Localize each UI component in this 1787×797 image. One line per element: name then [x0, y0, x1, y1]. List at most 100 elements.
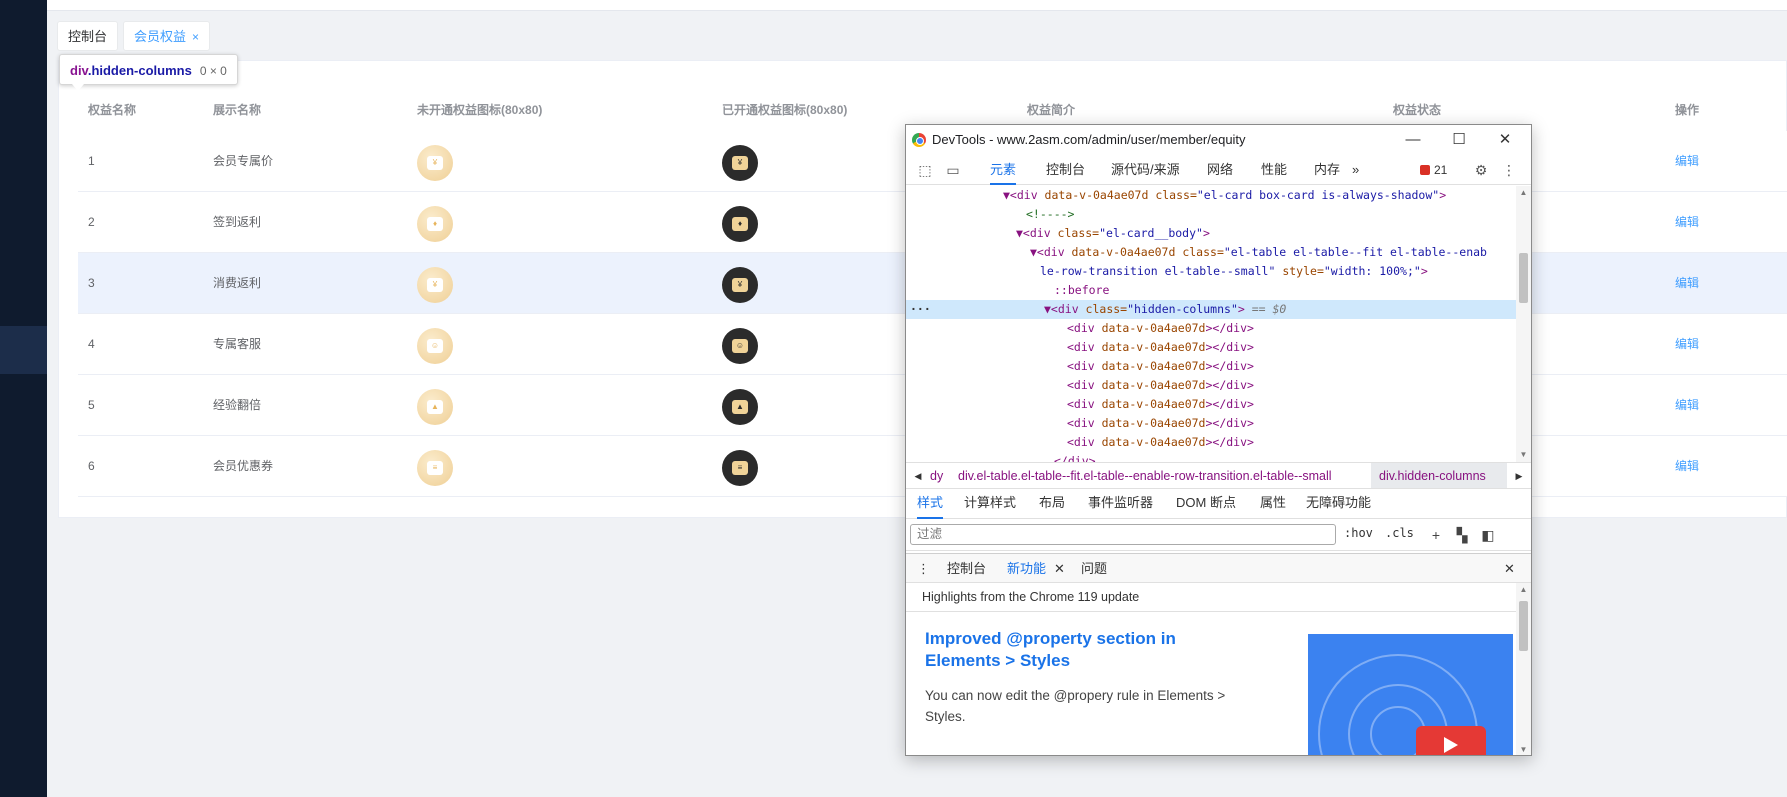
dom-node[interactable]: <div data-v-0a4ae07d></div>	[906, 433, 1516, 452]
inspect-element-icon[interactable]: ⬚	[916, 161, 934, 179]
scroll-down-icon[interactable]: ▼	[1516, 448, 1531, 462]
styles-subtabs: 样式 计算样式 布局 事件监听器 DOM 断点 属性 无障碍功能	[906, 489, 1531, 519]
row-id: 5	[88, 398, 95, 412]
edit-button[interactable]: 编辑	[1675, 436, 1699, 497]
close-drawer-icon[interactable]: ✕	[1504, 554, 1515, 583]
device-toolbar-icon[interactable]: ▭	[944, 161, 962, 179]
scroll-up-icon[interactable]: ▲	[1516, 186, 1531, 200]
tab-performance[interactable]: 性能	[1261, 155, 1287, 185]
devtools-titlebar: DevTools - www.2asm.com/admin/user/membe…	[906, 125, 1531, 155]
whats-new-scrollbar[interactable]: ▲ ▼	[1516, 583, 1531, 755]
row-name: 专属客服	[213, 337, 262, 351]
play-video-icon[interactable]	[1416, 726, 1486, 755]
close-icon[interactable]: ×	[192, 30, 199, 44]
gear-icon[interactable]: ⚙	[1472, 161, 1490, 179]
tab-event-listeners[interactable]: 事件监听器	[1088, 489, 1153, 517]
window-close-button[interactable]: ✕	[1482, 125, 1528, 155]
close-icon[interactable]: ✕	[1054, 561, 1065, 576]
dom-node[interactable]: <div data-v-0a4ae07d></div>	[906, 414, 1516, 433]
dom-node[interactable]: ▼<div class="el-card__body">	[906, 224, 1516, 243]
drawer-tab-whats-new[interactable]: 新功能 ✕	[1007, 554, 1065, 585]
tab-computed[interactable]: 计算样式	[964, 489, 1016, 517]
breadcrumb-item[interactable]: div.el-table.el-table--fit.el-table--ena…	[958, 463, 1332, 488]
drawer-tab-console[interactable]: 控制台	[947, 554, 986, 583]
tooltip-selector: div.hidden-columns	[70, 63, 192, 78]
tab-accessibility[interactable]: 无障碍功能	[1306, 489, 1371, 517]
dom-breadcrumb: ◀ dy div.el-table.el-table--fit.el-table…	[906, 462, 1531, 489]
col-header-icon-off: 未开通权益图标(80x80)	[417, 103, 543, 117]
tab-network[interactable]: 网络	[1207, 155, 1233, 185]
cls-toggle[interactable]: .cls	[1385, 526, 1414, 540]
whats-new-title-link[interactable]: Improved @property section in Elements >…	[925, 628, 1225, 672]
devtools-main-tabs: ⬚ ▭ 元素 控制台 源代码/来源 网络 性能 内存 » 21 ⚙ ⋮	[906, 155, 1531, 185]
dom-node-selected[interactable]: ··· ▼<div class="hidden-columns"> == $0	[906, 300, 1516, 319]
tab-layout[interactable]: 布局	[1039, 489, 1065, 517]
scroll-down-icon[interactable]: ▼	[1516, 743, 1531, 755]
scrollbar-thumb[interactable]	[1519, 253, 1528, 303]
tag-dashboard[interactable]: 控制台	[57, 21, 119, 51]
tooltip-arrow	[72, 84, 84, 91]
tag-member-equity[interactable]: 会员权益 ×	[123, 21, 211, 51]
equity-on-icon: ▲	[722, 389, 758, 425]
edit-button[interactable]: 编辑	[1675, 314, 1699, 375]
breadcrumb-item-active[interactable]: div.hidden-columns	[1371, 463, 1519, 488]
inspector-tooltip: div.hidden-columns 0 × 0	[59, 54, 238, 85]
dom-scrollbar[interactable]: ▲ ▼	[1516, 186, 1531, 462]
dom-node[interactable]: ::before	[906, 281, 1516, 300]
dom-node[interactable]: ▼<div data-v-0a4ae07d class="el-card box…	[906, 186, 1516, 205]
edit-button[interactable]: 编辑	[1675, 131, 1699, 192]
col-header-display-name: 展示名称	[213, 103, 262, 117]
issues-badge[interactable]: 21	[1420, 163, 1447, 177]
hov-toggle[interactable]: :hov	[1344, 526, 1373, 540]
tab-elements[interactable]: 元素	[990, 155, 1017, 185]
chevron-right-icon[interactable]: ▶	[1507, 463, 1531, 488]
dom-node[interactable]: </div>	[906, 452, 1516, 462]
row-name: 会员优惠券	[213, 459, 274, 473]
paint-brush-icon[interactable]: ▚	[1453, 526, 1471, 544]
dom-node[interactable]: <!---->	[906, 205, 1516, 224]
tab-console[interactable]: 控制台	[1046, 155, 1085, 185]
whats-new-thumbnail[interactable]	[1308, 634, 1513, 755]
dom-node[interactable]: <div data-v-0a4ae07d></div>	[906, 376, 1516, 395]
sidebar-active-item[interactable]	[0, 326, 47, 374]
drawer-tab-issues[interactable]: 问题	[1081, 554, 1107, 583]
equity-off-icon: ▲	[417, 389, 453, 425]
col-header-icon-on: 已开通权益图标(80x80)	[722, 103, 848, 117]
equity-on-icon: ¥	[722, 267, 758, 303]
devtools-window: DevTools - www.2asm.com/admin/user/membe…	[905, 124, 1532, 756]
tab-memory[interactable]: 内存	[1314, 155, 1340, 185]
breadcrumb-item[interactable]: dy	[930, 463, 943, 488]
row-id: 4	[88, 337, 95, 351]
sidebar-toggle-icon[interactable]: ◧	[1479, 526, 1497, 544]
tooltip-size: 0 × 0	[199, 64, 227, 78]
col-header-status: 权益状态	[1393, 103, 1442, 117]
dom-node[interactable]: le-row-transition el-table--small" style…	[906, 262, 1516, 281]
dom-node[interactable]: ▼<div data-v-0a4ae07d class="el-table el…	[906, 243, 1516, 262]
tab-dom-breakpoints[interactable]: DOM 断点	[1176, 489, 1236, 517]
filter-input[interactable]: 过滤	[910, 524, 1336, 545]
minimize-button[interactable]: —	[1390, 125, 1436, 155]
maximize-button[interactable]: ☐	[1436, 125, 1482, 155]
edit-button[interactable]: 编辑	[1675, 375, 1699, 436]
row-name: 签到返利	[213, 215, 262, 229]
dom-node[interactable]: <div data-v-0a4ae07d></div>	[906, 357, 1516, 376]
scroll-up-icon[interactable]: ▲	[1516, 583, 1531, 597]
tab-styles[interactable]: 样式	[917, 489, 944, 519]
more-options-icon[interactable]: ···	[910, 300, 931, 319]
chevron-left-icon[interactable]: ◀	[906, 463, 930, 488]
row-id: 1	[88, 154, 95, 168]
dom-node[interactable]: <div data-v-0a4ae07d></div>	[906, 338, 1516, 357]
equity-on-icon: ☺	[722, 328, 758, 364]
edit-button[interactable]: 编辑	[1675, 192, 1699, 253]
kebab-menu-icon[interactable]: ⋮	[917, 554, 930, 583]
plus-icon[interactable]: +	[1427, 526, 1445, 544]
tab-sources[interactable]: 源代码/来源	[1111, 155, 1180, 185]
tab-properties[interactable]: 属性	[1260, 489, 1286, 517]
scrollbar-thumb[interactable]	[1519, 601, 1528, 651]
dom-node[interactable]: <div data-v-0a4ae07d></div>	[906, 395, 1516, 414]
issue-flag-icon	[1420, 165, 1430, 175]
edit-button[interactable]: 编辑	[1675, 253, 1699, 314]
more-tabs-icon[interactable]: »	[1352, 155, 1359, 185]
kebab-menu-icon[interactable]: ⋮	[1500, 161, 1518, 179]
dom-node[interactable]: <div data-v-0a4ae07d></div>	[906, 319, 1516, 338]
